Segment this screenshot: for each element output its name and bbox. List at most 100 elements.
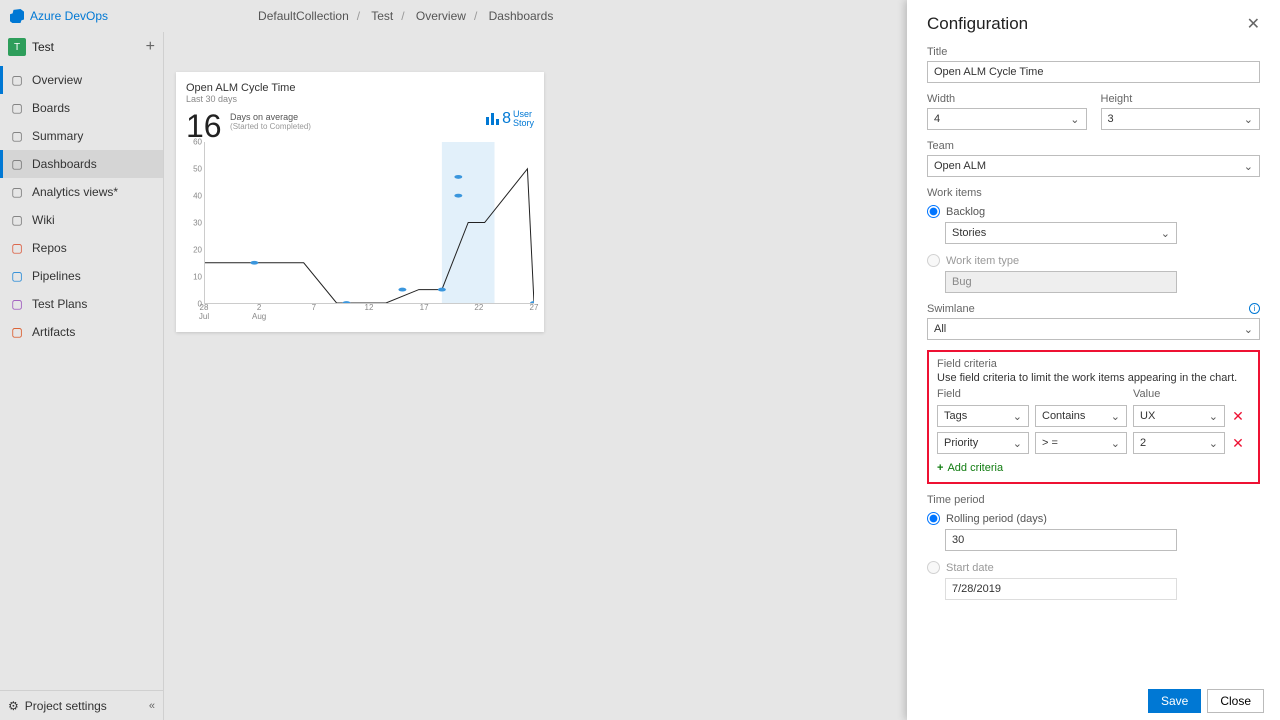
criteria-field-label: Field: [937, 388, 1029, 400]
swimlane-label: Swimlanei: [927, 303, 1260, 315]
boards-icon: ▢: [10, 101, 24, 115]
widget-big-number: 16: [186, 108, 222, 145]
height-select[interactable]: 3⌄: [1101, 108, 1261, 130]
sidebar-item-label: Repos: [32, 241, 67, 255]
sidebar-item-label: Wiki: [32, 213, 55, 227]
chevron-down-icon: ⌄: [1244, 113, 1253, 126]
panel-footer: Save Close: [907, 682, 1280, 720]
add-icon[interactable]: +: [146, 38, 155, 56]
criteria-op-select[interactable]: Contains⌄: [1035, 405, 1127, 427]
user-story-badge[interactable]: 8 UserStory: [486, 110, 534, 128]
criteria-field-select[interactable]: Tags⌄: [937, 405, 1029, 427]
overview-icon: ▢: [10, 73, 24, 87]
sidebar-item-label: Summary: [32, 129, 83, 143]
chevron-down-icon: ⌄: [1244, 323, 1253, 336]
analytics-icon: ▢: [10, 185, 24, 199]
criteria-value-select[interactable]: UX⌄: [1133, 405, 1225, 427]
team-label: Team: [927, 140, 1260, 152]
chevron-down-icon: ⌄: [1070, 113, 1079, 126]
sidebar-item-test-plans[interactable]: ▢ Test Plans: [0, 290, 163, 318]
panel-heading: Configuration: [927, 14, 1260, 34]
testplans-icon: ▢: [10, 297, 24, 311]
team-select[interactable]: Open ALM⌄: [927, 155, 1260, 177]
sidebar-item-label: Analytics views*: [32, 185, 118, 199]
chevron-down-icon: ⌄: [1111, 437, 1120, 450]
sidebar-item-dashboards[interactable]: ▢Dashboards: [0, 150, 163, 178]
sidebar-item-overview[interactable]: ▢ Overview: [0, 66, 163, 94]
plus-icon: +: [937, 462, 943, 474]
pipelines-icon: ▢: [10, 269, 24, 283]
breadcrumb-area[interactable]: Overview: [416, 9, 466, 23]
gear-icon: ⚙: [8, 699, 19, 713]
sidebar-item-summary[interactable]: ▢ Summary: [0, 122, 163, 150]
timeperiod-label: Time period: [927, 494, 1260, 506]
cycle-time-widget[interactable]: Open ALM Cycle Time Last 30 days 16 Days…: [176, 72, 544, 332]
criteria-desc: Use field criteria to limit the work ite…: [937, 372, 1250, 384]
sidebar-item-pipelines[interactable]: ▢Pipelines: [0, 262, 163, 290]
width-label: Width: [927, 93, 1087, 105]
widget-avg-label: Days on average: [230, 112, 311, 122]
sidebar-item-label: Test Plans: [32, 297, 87, 311]
startdate-label: Start date: [946, 562, 994, 574]
configuration-panel: Configuration ✕ Title Width 4⌄ Height 3⌄…: [907, 0, 1280, 720]
close-icon[interactable]: ✕: [1247, 14, 1260, 34]
repos-icon: ▢: [10, 241, 24, 255]
info-icon[interactable]: i: [1249, 303, 1260, 314]
project-row[interactable]: T Test +: [0, 32, 163, 62]
summary-icon: ▢: [10, 129, 24, 143]
sidebar-item-wiki[interactable]: ▢ Wiki: [0, 206, 163, 234]
close-button[interactable]: Close: [1207, 689, 1264, 713]
sidebar-item-repos[interactable]: ▢ Repos: [0, 234, 163, 262]
chevron-down-icon: ⌄: [1244, 160, 1253, 173]
title-input[interactable]: [927, 61, 1260, 83]
artifacts-icon: ▢: [10, 325, 24, 339]
rolling-input[interactable]: [945, 529, 1177, 551]
backlog-select[interactable]: Stories⌄: [945, 222, 1177, 244]
title-label: Title: [927, 46, 1260, 58]
sidebar: T Test + ▢Overview▢Boards▢Summary▢Dashbo…: [0, 32, 164, 720]
widget-avg-sublabel: (Started to Completed): [230, 122, 311, 131]
breadcrumb-page[interactable]: Dashboards: [489, 9, 554, 23]
wit-radio[interactable]: [927, 254, 940, 267]
sidebar-item-boards[interactable]: ▢ Boards: [0, 94, 163, 122]
add-field-criteria[interactable]: + Add criteria: [937, 462, 1250, 474]
sidebar-item-analytics-views-[interactable]: ▢ Analytics views*: [0, 178, 163, 206]
save-button[interactable]: Save: [1148, 689, 1201, 713]
criteria-op-select[interactable]: > =⌄: [1035, 432, 1127, 454]
widget-title: Open ALM Cycle Time: [186, 82, 534, 94]
workitems-label: Work items: [927, 187, 1260, 199]
criteria-field-select[interactable]: Priority⌄: [937, 432, 1029, 454]
sidebar-item-label: Dashboards: [32, 157, 97, 171]
project-settings[interactable]: ⚙ Project settings «: [0, 690, 163, 720]
widget-subtitle: Last 30 days: [186, 94, 534, 104]
chevron-down-icon: ⌄: [1013, 410, 1022, 423]
criteria-row: Tags⌄ Contains⌄ UX⌄ ✕: [937, 405, 1250, 427]
chevron-down-icon: ⌄: [1209, 437, 1218, 450]
cycle-time-chart: 0102030405060 28Jul2Aug712172227: [186, 142, 534, 320]
backlog-label: Backlog: [946, 206, 985, 218]
sidebar-item-artifacts[interactable]: ▢Artifacts: [0, 318, 163, 346]
brand[interactable]: Azure DevOps: [10, 9, 108, 23]
rolling-radio[interactable]: [927, 512, 940, 525]
sidebar-item-label: Boards: [32, 101, 70, 115]
wiki-icon: ▢: [10, 213, 24, 227]
startdate-input: [945, 578, 1177, 600]
width-select[interactable]: 4⌄: [927, 108, 1087, 130]
remove-criteria-icon[interactable]: ✕: [1231, 408, 1245, 425]
sidebar-item-label: Overview: [32, 73, 82, 87]
criteria-value-select[interactable]: 2⌄: [1133, 432, 1225, 454]
wit-label: Work item type: [946, 255, 1019, 267]
swimlane-select[interactable]: All⌄: [927, 318, 1260, 340]
remove-criteria-icon[interactable]: ✕: [1231, 435, 1245, 452]
startdate-radio[interactable]: [927, 561, 940, 574]
criteria-value-label: Value: [1133, 388, 1225, 400]
chevron-down-icon: ⌄: [1161, 227, 1170, 240]
project-name: Test: [32, 40, 146, 54]
breadcrumb-collection[interactable]: DefaultCollection: [258, 9, 349, 23]
criteria-header: Field criteria: [937, 358, 1250, 370]
backlog-radio[interactable]: [927, 205, 940, 218]
chevron-down-icon: ⌄: [1013, 437, 1022, 450]
chevron-down-icon: ⌄: [1111, 410, 1120, 423]
breadcrumb-project[interactable]: Test: [371, 9, 393, 23]
collapse-icon[interactable]: «: [149, 700, 155, 712]
